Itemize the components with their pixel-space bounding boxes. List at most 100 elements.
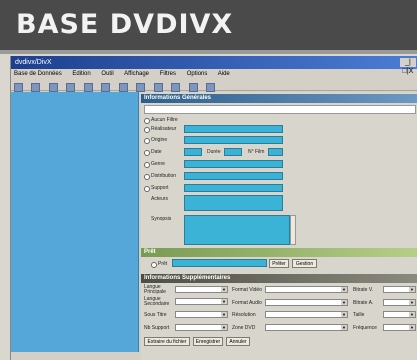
audio-format-select[interactable]: ▼ (265, 299, 348, 306)
audio-bitrate-select[interactable]: ▼ (383, 299, 416, 306)
label-actors: Acteurs (151, 196, 168, 202)
loan-management-button[interactable]: Gestion (292, 259, 317, 268)
label-genre: Genre (151, 161, 165, 167)
label-frequency: Fréquence (353, 325, 377, 331)
subtitle-select[interactable]: ▼ (175, 311, 228, 318)
cancel-button[interactable]: Annuler (226, 337, 250, 346)
label-synopsis: Synopsis (151, 216, 172, 222)
open-icon[interactable] (31, 83, 41, 92)
chevron-down-icon: ▼ (221, 325, 227, 330)
menu-item-tools[interactable]: Outil (101, 71, 113, 77)
label-director: Réalisateur (151, 126, 177, 132)
movie-list-panel[interactable] (11, 92, 139, 352)
title-field[interactable] (144, 105, 416, 114)
help-icon[interactable] (205, 83, 215, 92)
chevron-down-icon: ▼ (221, 299, 227, 304)
chevron-down-icon: ▼ (221, 287, 227, 292)
menu-item-edit[interactable]: Edition (72, 71, 90, 77)
label-resolution: Résolution (232, 312, 256, 318)
label-dvd-zone: Zone DVD (232, 325, 256, 331)
radio-distribution[interactable] (144, 174, 150, 180)
section-header-general: Informations Générales (141, 94, 417, 103)
lend-button[interactable]: Prêter (269, 259, 289, 268)
radio-director[interactable] (144, 127, 150, 133)
radio-date[interactable] (144, 150, 150, 156)
support-count-select[interactable]: ▼ (175, 324, 228, 331)
chevron-down-icon: ▼ (409, 312, 415, 317)
extract-from-file-button[interactable]: Extraire du fichier (144, 337, 190, 346)
menu-item-filters[interactable]: Filtres (160, 71, 176, 77)
genre-field[interactable] (184, 160, 283, 168)
synopsis-field[interactable] (184, 215, 290, 245)
chevron-down-icon: ▼ (341, 312, 347, 317)
chevron-down-icon: ▼ (341, 287, 347, 292)
video-bitrate-select[interactable]: ▼ (383, 286, 416, 293)
prev-icon[interactable] (153, 83, 163, 92)
label-secondary-language: Langue Secondaire (144, 296, 170, 307)
chevron-down-icon: ▼ (409, 300, 415, 305)
size-select[interactable]: ▼ (383, 311, 416, 318)
window-title: dvdivx/DivX (15, 59, 52, 66)
radio-support[interactable] (144, 186, 150, 192)
window-controls[interactable]: _|□|X (400, 58, 416, 75)
chevron-down-icon: ▼ (221, 312, 227, 317)
label-size: Taille (353, 312, 365, 318)
banner-divider (0, 50, 417, 54)
date-field[interactable] (184, 148, 202, 156)
chevron-down-icon: ▼ (409, 287, 415, 292)
menu-item-database[interactable]: Base de Données (14, 71, 62, 77)
label-origin: Origine (151, 137, 168, 143)
section-header-loan: Prêt (141, 248, 417, 257)
frequency-select[interactable]: ▼ (383, 324, 416, 331)
actors-field[interactable] (184, 195, 283, 211)
magazine-banner: BASE DVDIVX (0, 0, 417, 50)
distribution-field[interactable] (184, 172, 283, 180)
origin-field[interactable] (184, 136, 283, 144)
video-format-select[interactable]: ▼ (265, 286, 348, 293)
label-audio-bitrate: Bitrate A. (353, 300, 374, 306)
filter-icon[interactable] (118, 83, 128, 92)
chevron-down-icon: ▼ (341, 325, 347, 330)
label-video-bitrate: Bitrate V. (353, 287, 374, 293)
app-window: dvdivx/DivX _|□|X Base de Données Editio… (10, 56, 417, 360)
next-icon[interactable] (171, 83, 181, 92)
label-distribution: Distribution (151, 173, 177, 179)
resolution-select[interactable]: ▼ (265, 311, 348, 318)
save-icon[interactable] (48, 83, 58, 92)
menu-item-help[interactable]: Aide (218, 71, 230, 77)
radio-genre[interactable] (144, 162, 150, 168)
first-icon[interactable] (136, 83, 146, 92)
radio-origin[interactable] (144, 138, 150, 144)
search-icon[interactable] (83, 83, 93, 92)
window-titlebar: dvdivx/DivX _|□|X (11, 56, 417, 75)
label-primary-language: Langue Principale (144, 284, 166, 295)
support-field[interactable] (184, 184, 283, 192)
duration-field[interactable] (224, 148, 242, 156)
radio-no-filter[interactable] (144, 118, 150, 124)
delete-icon[interactable] (66, 83, 76, 92)
new-icon[interactable] (14, 83, 23, 92)
toolbar (11, 79, 417, 92)
save-button[interactable]: Enregistrer (193, 337, 223, 346)
last-icon[interactable] (188, 83, 198, 92)
print-icon[interactable] (101, 83, 111, 92)
dvd-zone-select[interactable]: ▼ (265, 324, 348, 331)
menu-item-options[interactable]: Options (187, 71, 208, 77)
label-duration: Durée (207, 149, 221, 155)
chevron-down-icon: ▼ (409, 325, 415, 330)
primary-language-select[interactable]: ▼ (175, 286, 228, 293)
director-field[interactable] (184, 125, 283, 133)
label-video-format: Format Vidéo (232, 287, 262, 293)
menu-item-view[interactable]: Affichage (124, 71, 149, 77)
section-header-extra: Informations Supplémentaires (141, 274, 417, 283)
label-film-number: N° Film (248, 149, 265, 155)
label-date: Date (151, 149, 162, 155)
film-number-field[interactable] (268, 148, 283, 156)
radio-loan[interactable] (151, 262, 157, 268)
label-loan: Prêt (158, 261, 168, 267)
loan-field[interactable] (172, 259, 267, 267)
label-support-count: Nb Support (144, 325, 170, 331)
chevron-down-icon: ▼ (341, 300, 347, 305)
synopsis-scrollbar[interactable] (290, 215, 296, 245)
secondary-language-select[interactable]: ▼ (175, 298, 228, 305)
